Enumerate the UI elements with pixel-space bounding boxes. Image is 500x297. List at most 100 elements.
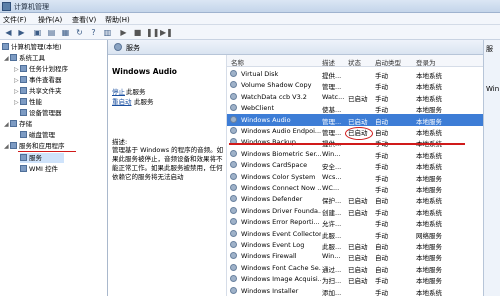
services-list: 名称 描述 状态 启动类型 登录为 Virtual Disk 提供... 手动 本地系… (226, 55, 484, 297)
tree-item-device-manager[interactable]: 设备管理器 (20, 108, 62, 118)
service-gear-icon (230, 81, 237, 89)
expand-arrow-icon[interactable]: ▷ (14, 99, 19, 106)
table-row[interactable]: Windows CardSpace 安全... 手动 本地系统 (227, 159, 484, 171)
table-row[interactable]: Windows Audio 管理... 已启动 自动 本地服务 (227, 113, 484, 126)
service-name: Windows Audio (241, 115, 291, 124)
tree-item-wmi-control[interactable]: WMI 控件 (20, 164, 58, 174)
service-name: Windows Image Acquisi... (241, 275, 321, 284)
menu-file[interactable]: 文件(F) (3, 15, 27, 25)
service-gear-icon (230, 149, 237, 157)
tree-item-services-and-applications[interactable]: 服务和应用程序 (10, 141, 65, 151)
gear-icon (20, 154, 27, 161)
tree-item-task-scheduler[interactable]: 任务计划程序 (20, 64, 68, 74)
services-header: 服务 (108, 40, 483, 55)
expand-arrow-icon[interactable]: ▷ (14, 88, 19, 95)
service-name: Windows Event Collector (241, 229, 321, 238)
column-header-name[interactable]: 名称 (231, 57, 244, 67)
service-log-on-as: 本地系统 (416, 288, 442, 297)
tools-icon (10, 54, 17, 61)
properties-icon[interactable]: ▦ (60, 27, 71, 38)
tree-item-disk-management[interactable]: 磁盘管理 (20, 130, 55, 140)
table-row[interactable]: Windows Biometric Ser... Win... 手动 本地系统 (227, 148, 484, 160)
computer-management-icon (2, 2, 11, 11)
stop-service-link[interactable]: 停止 (112, 86, 125, 96)
description-label: 描述: (112, 138, 128, 146)
service-gear-icon (230, 275, 237, 283)
refresh-icon[interactable]: ↻ (74, 27, 85, 38)
service-gear-icon (230, 172, 237, 180)
table-row[interactable]: Windows Defender 保护... 已启动 自动 本地系统 (227, 193, 484, 205)
actions-item[interactable]: Win (486, 85, 499, 93)
stop-icon[interactable]: ■ (132, 27, 143, 38)
tree-item-shared-folders[interactable]: 共享文件夹 (20, 86, 62, 96)
menu-action[interactable]: 操作(A) (38, 15, 62, 25)
collapse-arrow-icon[interactable]: ◢ (4, 121, 9, 128)
pause-icon[interactable]: ❚❚ (146, 27, 159, 38)
table-row[interactable]: Windows Font Cache Se... 通过... 已启动 自动 本地服务 (227, 262, 484, 274)
up-folder-icon[interactable]: ▣ (32, 27, 43, 38)
table-row[interactable]: Windows Event Log 此服... 已启动 自动 本地服务 (227, 239, 484, 251)
column-header-description[interactable]: 描述 (322, 57, 335, 67)
actions-pane: 服 Win (483, 40, 500, 296)
tree-item-event-viewer[interactable]: 事件查看器 (20, 75, 62, 85)
service-gear-icon (230, 115, 237, 123)
service-name: WatchData ccb V3.2 (241, 92, 307, 101)
column-header-log-on-as[interactable]: 登录为 (416, 57, 436, 67)
collapse-arrow-icon[interactable]: ◢ (4, 55, 9, 62)
tree-item-root[interactable]: 计算机管理(本地) (2, 42, 62, 52)
title-bar[interactable]: 计算机管理 (0, 0, 500, 13)
tree-item-system-tools[interactable]: 系统工具 (10, 53, 45, 63)
expand-arrow-icon[interactable]: ▷ (14, 66, 19, 73)
table-row[interactable]: WatchData ccb V3.2 Watc... 已启动 手动 本地系统 (227, 91, 484, 103)
performance-icon (20, 98, 27, 105)
window-title: 计算机管理 (14, 3, 49, 11)
service-gear-icon (230, 263, 237, 271)
table-row[interactable]: Windows Image Acquisi... 为扫... 已启动 手动 本地服务 (227, 273, 484, 285)
expand-arrow-icon[interactable]: ▷ (14, 77, 19, 84)
table-row[interactable]: Volume Shadow Copy 管理... 手动 本地系统 (227, 79, 484, 91)
back-arrow-icon[interactable]: ◀ (3, 27, 14, 38)
show-tree-icon[interactable]: ▤ (46, 27, 57, 38)
table-row[interactable]: Windows Color System Wcs... 手动 本地服务 (227, 171, 484, 183)
play-icon[interactable]: ▶ (118, 27, 129, 38)
table-row[interactable]: Windows Firewall Win... 已启动 自动 本地服务 (227, 250, 484, 262)
service-gear-icon (230, 195, 237, 203)
service-gear-icon (230, 218, 237, 226)
computer-icon (2, 43, 9, 50)
red-annotation-underline (18, 151, 76, 152)
menu-view[interactable]: 查看(V) (72, 15, 96, 25)
list-header: 名称 描述 状态 启动类型 登录为 (227, 55, 484, 67)
table-row[interactable]: Windows Driver Founda... 创建... 已启动 手动 本地系统 (227, 205, 484, 217)
collapse-arrow-icon[interactable]: ◢ (4, 143, 9, 150)
restart-icon[interactable]: ▶❚ (160, 27, 173, 38)
tree-item-performance[interactable]: 性能 (20, 97, 42, 107)
table-row[interactable]: Windows Connect Now ... WC... 手动 本地服务 (227, 182, 484, 194)
service-name: Windows Firewall (241, 252, 297, 261)
table-row[interactable]: WebClient 使基... 手动 本地服务 (227, 102, 484, 114)
event-log-icon (20, 76, 27, 83)
restart-service-link[interactable]: 重启动 (112, 96, 132, 106)
service-name: Windows Audio Endpoi... (241, 127, 321, 135)
table-row[interactable]: Windows Event Collector 此服... 手动 网络服务 (227, 228, 484, 240)
table-row[interactable]: Windows Error Reporti... 允许... 手动 本地系统 (227, 216, 484, 228)
column-header-status[interactable]: 状态 (348, 57, 361, 67)
console-icon[interactable]: ▥ (102, 27, 113, 38)
service-name: Windows Font Cache Se... (241, 263, 321, 272)
service-name: Windows Driver Founda... (241, 206, 321, 215)
device-manager-icon (20, 109, 27, 116)
help-icon[interactable]: ? (88, 27, 99, 38)
tree-item-storage[interactable]: 存储 (10, 119, 32, 129)
red-annotation-circle (345, 127, 373, 140)
service-gear-icon (230, 92, 237, 100)
tree-item-services[interactable]: 服务 (20, 153, 64, 163)
service-detail-pane: Windows Audio 停止 此服务 重启动 此服务 描述: 管理基于 Wi… (108, 55, 226, 296)
menu-help[interactable]: 帮助(H) (105, 15, 130, 25)
forward-arrow-icon[interactable]: ▶ (16, 27, 27, 38)
service-gear-icon (230, 70, 237, 77)
menu-bar: 文件(F) 操作(A) 查看(V) 帮助(H) (0, 13, 500, 25)
column-header-startup-type[interactable]: 启动类型 (375, 57, 401, 67)
table-row[interactable]: Windows Installer 添加... 手动 本地系统 (227, 285, 484, 297)
service-description: 管理基于 Windows 的程序的音频。如果此服务被停止，音频设备和效果将不能正… (112, 146, 224, 181)
service-description-short: Win... (322, 252, 341, 261)
table-row[interactable]: Virtual Disk 提供... 手动 本地系统 (227, 68, 484, 80)
